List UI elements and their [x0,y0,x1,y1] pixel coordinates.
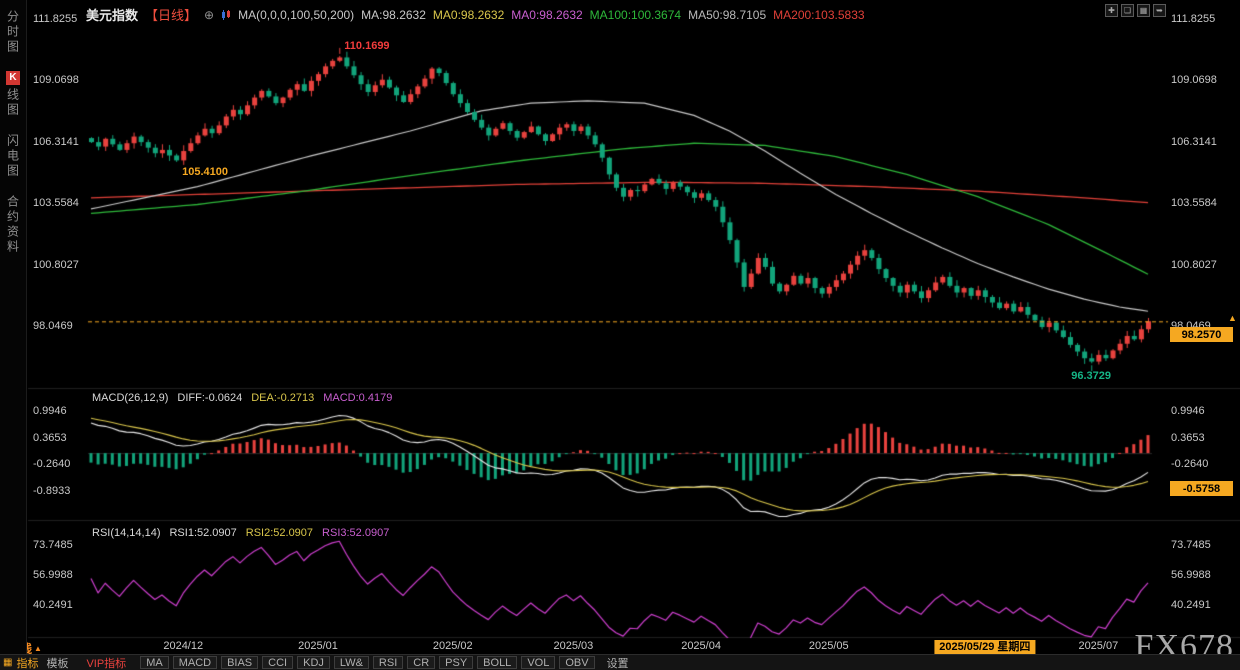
tab-vol[interactable]: VOL [521,656,555,669]
macd-title: MACD(26,12,9) [92,392,168,404]
main-y-tick-left: 103.5584 [33,197,79,209]
rsi1-value: RSI1:52.0907 [169,527,236,539]
symbol-name: 美元指数 [86,5,138,24]
x-axis-label: 2025/05 [809,640,849,652]
tab-obv[interactable]: OBV [559,656,594,669]
chart-canvas[interactable] [0,0,1240,670]
trading-app-window: 美元指数 【日线】 ⊕ MA(0,0,0,100,50,200) MA:98.2… [0,0,1240,670]
expand-icon[interactable]: ➥ [1153,4,1166,17]
rsi-y-tick-right: 40.2491 [1171,599,1211,611]
rsi-title: RSI(14,14,14) [92,527,160,539]
tab-vip-indicator[interactable]: VIP指标 [86,655,126,670]
ma-params: MA(0,0,0,100,50,200) [238,8,354,22]
main-y-tick-left: 109.0698 [33,74,79,86]
tab-settings[interactable]: 设置 [607,655,629,670]
add-indicator-icon[interactable]: ⊕ [204,8,214,22]
rsi-y-tick-right: 56.9988 [1171,569,1211,581]
main-y-tick-right: 103.5584 [1171,197,1217,209]
sidebar-item-timeshare[interactable]: 分时图 [5,10,22,55]
ma-value: MA:98.2632 [361,8,426,22]
main-y-tick-right: 111.8255 [1171,13,1215,25]
split-screen-icon[interactable]: ✚ [1105,4,1118,17]
tab-kdj[interactable]: KDJ [297,656,330,669]
tab-ma[interactable]: MA [140,656,169,669]
sidebar-item-lightning[interactable]: 闪电图 [5,134,22,179]
ma100-value: MA100:100.3674 [590,8,681,22]
sidebar-item-kline[interactable]: K 线图 [5,71,22,118]
tab-indicator[interactable]: 指标 [16,655,38,670]
tab-cr[interactable]: CR [407,656,435,669]
main-y-tick-right: 100.8027 [1171,259,1217,271]
macd-y-tick-right: 0.3653 [1171,432,1205,444]
main-y-tick-right: 106.3141 [1171,136,1217,148]
tab-bias[interactable]: BIAS [221,656,258,669]
rsi-y-tick-left: 73.7485 [33,539,73,551]
macd-y-tick-left: -0.8933 [33,485,70,497]
rsi-y-tick-left: 40.2491 [33,599,73,611]
rsi2-value: RSI2:52.0907 [246,527,313,539]
tab-psy[interactable]: PSY [439,656,473,669]
main-y-tick-left: 111.8255 [33,13,77,25]
peak-annotation: 110.1699 [344,40,389,52]
x-axis-label: 2025/03 [553,640,593,652]
macd-y-tick-left: 0.9946 [33,405,67,417]
k-badge: K [6,71,20,85]
ma0-value-b: MA0:98.2632 [511,8,582,22]
ma200-value: MA200:103.5833 [773,8,864,22]
macd-y-tick-left: -0.2640 [33,458,70,470]
macd-panel-header: MACD(26,12,9) DIFF:-0.0624 DEA:-0.2713 M… [92,392,392,404]
bottom-annotation: 96.3729 [1071,370,1111,382]
dip-annotation: 105.4100 [182,166,228,178]
last-price-box: 98.2570 [1170,327,1233,342]
x-axis-label: 2025/01 [298,640,338,652]
macd-macd-value: MACD:0.4179 [323,392,392,404]
macd-y-tick-right: -0.2640 [1171,458,1208,470]
sidebar-item-label: 分时图 [5,10,22,55]
tab-cci[interactable]: CCI [262,656,293,669]
kline-icon [221,9,231,21]
tab-boll[interactable]: BOLL [477,656,517,669]
main-y-tick-left: 106.3141 [33,136,79,148]
tab-rsi[interactable]: RSI [373,656,403,669]
grid-layout-icon[interactable]: ▦ [1137,4,1150,17]
rsi-y-tick-right: 73.7485 [1171,539,1211,551]
tab-template[interactable]: 模板 [46,655,68,670]
single-panel-icon[interactable]: ❏ [1121,4,1134,17]
main-y-tick-right: 109.0698 [1171,74,1217,86]
ma50-value: MA50:98.7105 [688,8,766,22]
macd-diff-value: DIFF:-0.0624 [177,392,242,404]
period-tag: 【日线】 [145,5,197,24]
sidebar-item-contract-info[interactable]: 合约资料 [5,195,22,255]
rsi-y-tick-left: 56.9988 [33,569,73,581]
ma0-value-a: MA0:98.2632 [433,8,504,22]
macd-dea-value: DEA:-0.2713 [251,392,314,404]
x-axis-label: 2025/04 [681,640,721,652]
macd-y-tick-right: 0.9946 [1171,405,1205,417]
bottom-indicator-bar: ▦ 指标 模板 VIP指标 MA MACD BIAS CCI KDJ LW& R… [0,654,1240,670]
left-sidebar: 分时图 K 线图 闪电图 合约资料 [0,0,27,670]
main-y-tick-left: 100.8027 [33,259,79,271]
sidebar-item-label: 线图 [5,88,22,118]
macd-y-tick-left: 0.3653 [33,432,67,444]
tab-macd[interactable]: MACD [173,656,217,669]
chevron-up-icon: ▲ [34,644,42,653]
x-axis-date-highlight: 2025/05/29 星期四 [934,640,1035,654]
tab-lwr[interactable]: LW& [334,656,369,669]
rsi-panel-header: RSI(14,14,14) RSI1:52.0907 RSI2:52.0907 … [92,527,389,539]
indicator-grid-icon[interactable]: ▦ [3,657,12,668]
chart-header: 美元指数 【日线】 ⊕ MA(0,0,0,100,50,200) MA:98.2… [86,5,865,24]
sidebar-item-label: 闪电图 [5,134,22,179]
macd-value-box: -0.5758 [1170,481,1233,496]
window-controls: ✚ ❏ ▦ ➥ [1105,4,1166,17]
x-axis-label: 2024/12 [163,640,203,652]
sidebar-item-label: 合约资料 [5,195,22,255]
x-axis-label: 2025/07 [1078,640,1118,652]
x-axis-label: 2025/02 [433,640,473,652]
rsi3-value: RSI3:52.0907 [322,527,389,539]
main-y-tick-left: 98.0469 [33,320,73,332]
price-arrow-icon: ▲ [1228,313,1237,323]
